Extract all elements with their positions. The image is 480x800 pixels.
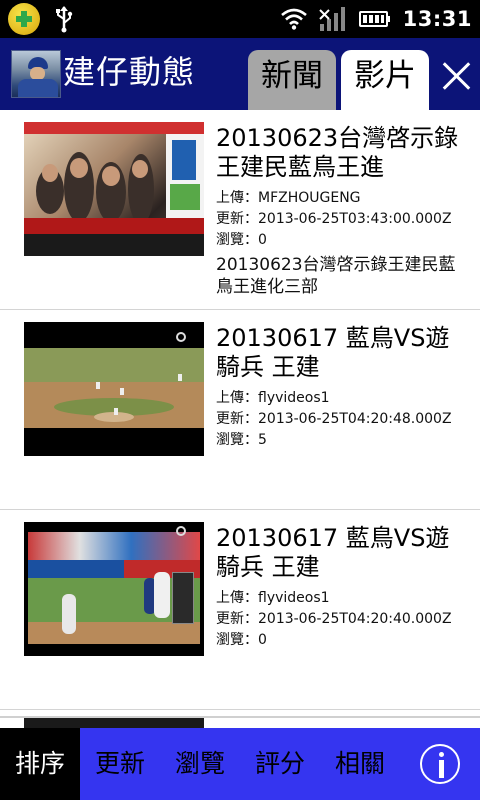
video-description: 20130623台灣啓示錄王建民藍鳥王進化三部 xyxy=(216,255,456,297)
sort-bar: 排序 更新 瀏覽 評分 相關 xyxy=(0,728,480,800)
status-left xyxy=(8,3,74,35)
video-updated: 更新：2013-06-25T04:20:40.000Z xyxy=(216,611,452,627)
clock: 13:31 xyxy=(402,7,472,31)
video-thumbnail[interactable] xyxy=(24,122,204,256)
signal-icon xyxy=(318,7,345,31)
status-bar: 13:31 xyxy=(0,0,480,38)
video-updated: 更新：2013-06-25T04:20:48.000Z xyxy=(216,411,452,427)
app-header: 建仔動態 新聞 影片 xyxy=(0,38,480,110)
player-avatar xyxy=(11,50,61,98)
video-item[interactable]: 20130617 藍鳥VS遊騎兵 王建 上傳：flyvideos1 更新：201… xyxy=(0,310,480,510)
video-uploader: 上傳：flyvideos1 xyxy=(216,590,330,606)
video-uploader: 上傳：MFZHOUGENG xyxy=(216,190,361,206)
battery-icon xyxy=(358,11,390,27)
tab-news[interactable]: 新聞 xyxy=(248,50,336,110)
wifi-icon xyxy=(280,8,307,30)
video-list[interactable]: 20130623台灣啓示錄 王建民藍鳥王進 上傳：MFZHOUGENG 更新：2… xyxy=(0,110,480,728)
video-uploader: 上傳：flyvideos1 xyxy=(216,390,330,406)
video-views: 瀏覽：0 xyxy=(216,232,267,248)
sort-rating-button[interactable]: 評分 xyxy=(240,728,320,800)
video-item[interactable]: 20130623台灣啓示錄 王建民藍鳥王進 上傳：MFZHOUGENG 更新：2… xyxy=(0,110,480,310)
video-views: 瀏覽：5 xyxy=(216,432,267,448)
app-title: 建仔動態 xyxy=(63,53,196,91)
video-item[interactable]: 20130617 藍鳥VS遊騎兵 王建 上傳：flyvideos1 更新：201… xyxy=(0,510,480,710)
sort-updated-button[interactable]: 更新 xyxy=(80,728,160,800)
video-title[interactable]: 20130617 藍鳥VS遊騎兵 王建 xyxy=(216,524,466,582)
video-views: 瀏覽：0 xyxy=(216,632,267,648)
video-updated: 更新：2013-06-25T03:43:00.000Z xyxy=(216,211,452,227)
tab-videos[interactable]: 影片 xyxy=(341,50,429,110)
video-title[interactable]: 20130617 藍鳥VS遊騎兵 王建 xyxy=(216,324,466,382)
app-notification-icon xyxy=(8,3,40,35)
status-right: 13:31 xyxy=(280,0,472,38)
next-thumbnail-peek xyxy=(24,718,204,728)
video-thumbnail[interactable] xyxy=(24,522,204,656)
video-thumbnail[interactable] xyxy=(24,322,204,456)
usb-icon xyxy=(56,6,73,33)
sort-relevance-button[interactable]: 相關 xyxy=(320,728,400,800)
app-screen: 13:31 建仔動態 新聞 影片 20130623台灣啓示錄 王建民藍鳥王進 上… xyxy=(0,0,480,800)
sort-button[interactable]: 排序 xyxy=(0,728,80,800)
close-icon[interactable] xyxy=(436,56,476,96)
sort-views-button[interactable]: 瀏覽 xyxy=(160,728,240,800)
video-title[interactable]: 20130623台灣啓示錄 王建民藍鳥王進 xyxy=(216,124,466,182)
info-icon[interactable] xyxy=(420,744,460,784)
